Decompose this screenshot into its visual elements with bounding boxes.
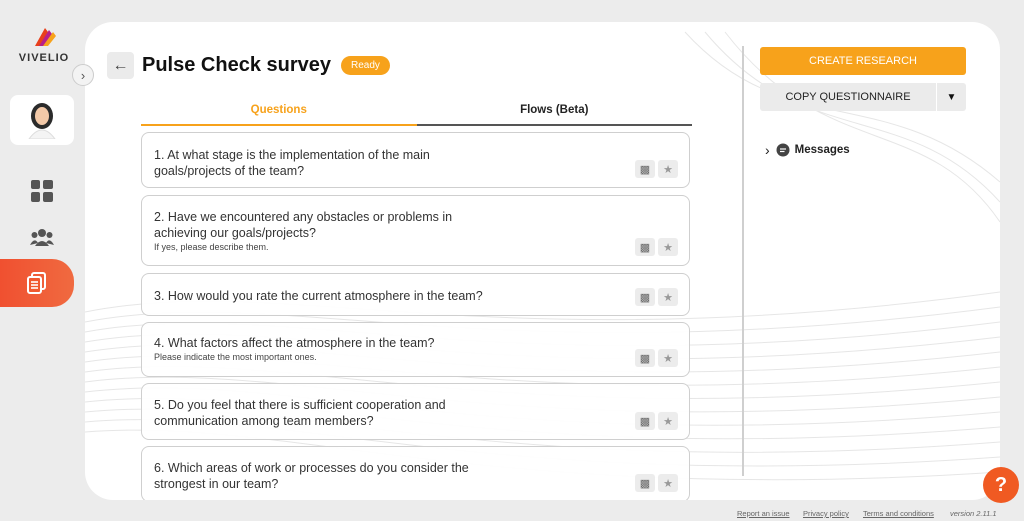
star-icon: ★ [663, 241, 673, 254]
page-header: ← Pulse Check survey Ready [107, 52, 390, 79]
tab-flows[interactable]: Flows (Beta) [416, 104, 692, 126]
message-bubble-icon [776, 143, 790, 157]
comment-button[interactable]: ▩ [635, 160, 655, 178]
question-card[interactable]: 6. Which areas of work or processes do y… [141, 446, 690, 500]
tab-questions[interactable]: Questions [141, 104, 417, 126]
question-text: 6. Which areas of work or processes do y… [154, 461, 469, 491]
star-icon: ★ [663, 477, 673, 490]
question-text: 4. What factors affect the atmosphere in… [154, 336, 435, 350]
panel-divider [742, 46, 744, 476]
vivelio-logo-icon [35, 28, 56, 46]
question-actions: ▩ ★ [635, 412, 678, 430]
question-card[interactable]: 3. How would you rate the current atmosp… [141, 273, 690, 316]
comment-button[interactable]: ▩ [635, 288, 655, 306]
caret-down-icon: ▼ [946, 91, 957, 103]
star-button[interactable]: ★ [658, 412, 678, 430]
avatar-icon [28, 103, 56, 139]
star-button[interactable]: ★ [658, 349, 678, 367]
arrow-left-icon: ← [112, 56, 129, 74]
nav-team[interactable] [29, 224, 55, 250]
terms-link[interactable]: Terms and conditions [863, 509, 934, 518]
main-panel: ← Pulse Check survey Ready Questions Flo… [85, 22, 1000, 500]
grid-icon [31, 180, 53, 202]
nav-surveys[interactable] [0, 259, 74, 307]
messages-toggle[interactable]: › Messages [765, 142, 850, 158]
comment-button[interactable]: ▩ [635, 349, 655, 367]
footer-report[interactable]: Report an issue [737, 509, 790, 518]
question-subtext: If yes, please describe them. [154, 242, 269, 252]
comment-button[interactable]: ▩ [635, 238, 655, 256]
vivelio-logo[interactable]: VIVELIO [14, 20, 74, 64]
question-actions: ▩ ★ [635, 349, 678, 367]
comment-icon: ▩ [639, 241, 651, 254]
star-icon: ★ [663, 291, 673, 304]
version-label: version 2.11.1 [950, 509, 997, 518]
question-text: 3. How would you rate the current atmosp… [154, 289, 483, 303]
privacy-policy-link[interactable]: Privacy policy [803, 509, 849, 518]
star-icon: ★ [663, 415, 673, 428]
chevron-right-icon: › [80, 67, 86, 83]
question-actions: ▩ ★ [635, 474, 678, 492]
question-actions: ▩ ★ [635, 238, 678, 256]
question-subtext: Please indicate the most important ones. [154, 352, 317, 362]
star-button[interactable]: ★ [658, 474, 678, 492]
comment-button[interactable]: ▩ [635, 412, 655, 430]
question-text: 1. At what stage is the implementation o… [154, 148, 430, 178]
status-badge: Ready [341, 56, 390, 75]
comment-icon: ▩ [639, 415, 651, 428]
nav-dashboard[interactable] [29, 178, 55, 204]
question-actions: ▩ ★ [635, 160, 678, 178]
chevron-right-icon: › [765, 142, 770, 158]
comment-icon: ▩ [639, 291, 651, 304]
user-avatar[interactable] [10, 95, 74, 145]
back-button[interactable]: ← [107, 52, 134, 79]
logo-text: VIVELIO [18, 52, 70, 64]
users-icon [30, 229, 54, 246]
question-card[interactable]: 4. What factors affect the atmosphere in… [141, 322, 690, 377]
page-title: Pulse Check survey [142, 54, 331, 76]
star-button[interactable]: ★ [658, 238, 678, 256]
report-issue-link[interactable]: Report an issue [737, 509, 790, 518]
create-research-button[interactable]: CREATE RESEARCH [760, 47, 966, 75]
copy-options-dropdown[interactable]: ▼ [937, 83, 966, 111]
question-text: 5. Do you feel that there is sufficient … [154, 398, 446, 428]
comment-icon: ▩ [639, 163, 651, 176]
star-icon: ★ [663, 163, 673, 176]
footer-terms[interactable]: Terms and conditions [863, 509, 934, 518]
comment-icon: ▩ [639, 352, 651, 365]
question-text: 2. Have we encountered any obstacles or … [154, 210, 453, 240]
comment-button[interactable]: ▩ [635, 474, 655, 492]
star-button[interactable]: ★ [658, 160, 678, 178]
footer-privacy[interactable]: Privacy policy [803, 509, 849, 518]
copy-questionnaire-button[interactable]: COPY QUESTIONNAIRE [760, 83, 936, 111]
question-card[interactable]: 5. Do you feel that there is sufficient … [141, 383, 690, 440]
tab-bar: Questions Flows (Beta) [141, 104, 692, 126]
question-mark-icon: ? [994, 473, 1008, 496]
question-card[interactable]: 2. Have we encountered any obstacles or … [141, 195, 690, 266]
question-card[interactable]: 1. At what stage is the implementation o… [141, 132, 690, 188]
help-button[interactable]: ? [983, 467, 1019, 503]
star-button[interactable]: ★ [658, 288, 678, 306]
documents-icon [27, 272, 46, 294]
star-icon: ★ [663, 352, 673, 365]
comment-icon: ▩ [639, 477, 651, 490]
sidebar-collapse-button[interactable]: › [72, 64, 94, 86]
question-actions: ▩ ★ [635, 288, 678, 306]
messages-label: Messages [794, 144, 850, 156]
